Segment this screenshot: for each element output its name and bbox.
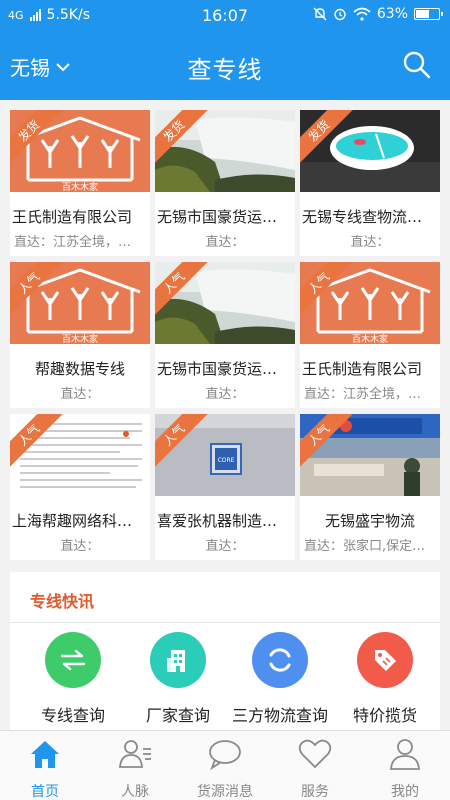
listing-card[interactable]: 发货无锡专线查物流… 直达： [300, 110, 440, 256]
tab-label: 人脉 [121, 784, 149, 800]
tab-profile[interactable]: 我的 [360, 731, 450, 800]
quick-link-special-offer[interactable]: 特价揽货 [330, 632, 440, 726]
quick-link-label: 特价揽货 [352, 706, 417, 725]
heart-icon [298, 739, 332, 769]
logo-text: 百木木家 [352, 333, 388, 344]
company-name: 无锡盛宇物流 [324, 512, 415, 530]
quick-link-line-query[interactable]: 专线查询 [18, 632, 128, 726]
tab-services[interactable]: 服务 [270, 731, 360, 800]
alarm-icon [334, 8, 346, 21]
bottom-tab-bar: 首页 人脉 货源消息 服务 我的 [0, 730, 450, 800]
listing-image: 人气 [10, 414, 150, 496]
listing-card[interactable]: 百木木家 人气王氏制造有限公司 直达：江苏全境，… [300, 262, 440, 408]
listing-image: 人气 [155, 262, 295, 344]
page-title: 查专线 [187, 56, 263, 84]
quick-link-logistics-query[interactable]: 三方物流查询 [225, 632, 335, 726]
listing-card[interactable]: 人气无锡市国豪货运… 直达： [155, 262, 295, 408]
swap-arrows-icon [45, 632, 101, 688]
route-destination: 直达： [350, 235, 390, 250]
quick-link-factory-query[interactable]: 厂家查询 [123, 632, 233, 726]
svg-text:CORE: CORE [218, 457, 235, 464]
logo-text: 百木木家 [62, 333, 98, 344]
route-destination: 直达： [60, 387, 100, 402]
route-destination: 直达： [205, 235, 245, 250]
listing-image: 百木木家 人气 [10, 262, 150, 344]
tab-label: 服务 [301, 784, 329, 800]
tab-home[interactable]: 首页 [0, 731, 90, 800]
company-name: 无锡市国豪货运… [157, 360, 278, 378]
listing-grid: 百木木家 发货 王氏制造有限公司 直达：江苏全境，… 发货 无锡市国豪货运… 直达： 发… [10, 110, 440, 560]
message-icon [209, 740, 241, 771]
listing-card[interactable]: 人气上海帮趣网络科… 直达： [10, 414, 150, 560]
route-destination: 直达： [205, 387, 245, 402]
listing-image: 百木木家 发货 [10, 110, 150, 192]
status-bar: 4G 5.5K/s 16:07 63% [0, 0, 450, 30]
company-name: 无锡专线查物流… [302, 208, 423, 226]
home-icon [31, 741, 59, 768]
refresh-icon [252, 632, 308, 688]
news-section: 专线快讯 专线查询 厂家查询 三方物流查询 特价揽货 [10, 572, 440, 732]
quick-link-label: 厂家查询 [145, 706, 210, 725]
listing-image: 百木木家 人气 [300, 262, 440, 344]
company-name: 喜爱张机器制造… [157, 512, 278, 530]
battery-percent: 63% [376, 6, 408, 22]
company-name: 王氏制造有限公司 [302, 360, 423, 378]
company-name: 上海帮趣网络科… [12, 512, 133, 530]
listing-image: 发货 [155, 110, 295, 192]
listing-image: 发货 [300, 110, 440, 192]
battery-icon [414, 8, 443, 20]
news-title: 专线快讯 [30, 592, 95, 611]
quick-link-label: 专线查询 [40, 706, 105, 725]
divider [10, 622, 440, 623]
listing-image: 人气 [300, 414, 440, 496]
route-destination: 直达： [60, 539, 100, 554]
tag-icon [357, 632, 413, 688]
app-bar: 无锡 查专线 [0, 30, 450, 100]
tab-label: 货源消息 [197, 784, 253, 800]
logo-text: 百木木家 [62, 181, 98, 192]
listing-card[interactable]: 百木木家 发货王氏制造有限公司 直达：江苏全境，… [10, 110, 150, 256]
company-name: 无锡市国豪货运… [157, 208, 278, 226]
route-destination: 直达： [205, 539, 245, 554]
tab-contacts[interactable]: 人脉 [90, 731, 180, 800]
listing-card[interactable]: 发货无锡市国豪货运… 直达： [155, 110, 295, 256]
search-icon[interactable] [402, 50, 432, 80]
route-destination: 直达：江苏全境，… [14, 235, 132, 250]
user-icon [390, 739, 420, 770]
tab-label: 首页 [31, 784, 59, 800]
listing-card[interactable]: CORE 人气喜爱张机器制造… 直达： [155, 414, 295, 560]
contacts-icon [119, 740, 151, 768]
building-icon [150, 632, 206, 688]
listing-card[interactable]: 百木木家 人气帮趣数据专线 直达： [10, 262, 150, 408]
quick-link-label: 三方物流查询 [231, 706, 328, 725]
route-destination: 直达：江苏全境，… [304, 387, 422, 402]
tab-cargo-messages[interactable]: 货源消息 [180, 731, 270, 800]
listing-card[interactable]: 人气无锡盛宇物流直达：张家口,保定… [300, 414, 440, 560]
company-name: 帮趣数据专线 [34, 360, 125, 378]
listing-image: CORE 人气 [155, 414, 295, 496]
tab-label: 我的 [391, 784, 419, 800]
wifi-icon [353, 7, 371, 21]
company-name: 王氏制造有限公司 [12, 208, 133, 226]
route-destination: 直达：张家口,保定… [304, 539, 426, 554]
mute-icon [313, 7, 327, 21]
